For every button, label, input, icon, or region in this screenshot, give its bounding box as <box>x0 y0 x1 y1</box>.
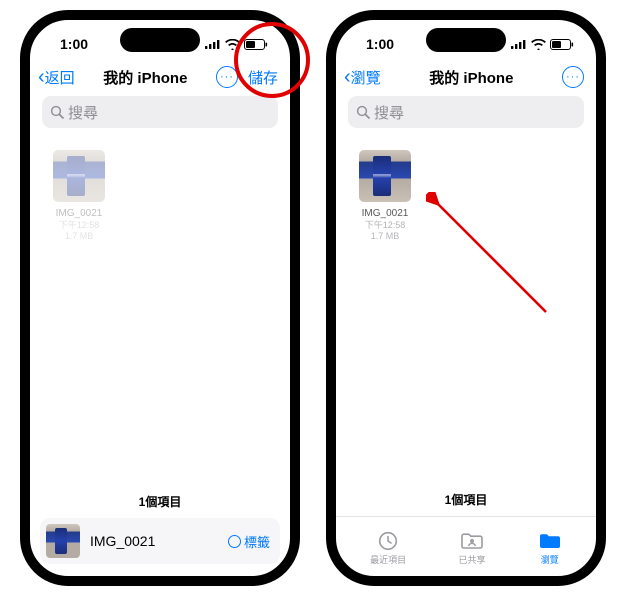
shared-folder-icon <box>460 531 484 551</box>
save-bar: IMG_0021 標籤 <box>40 518 280 564</box>
status-icons <box>205 39 268 50</box>
chevron-left-icon: ‹ <box>38 67 45 87</box>
tab-bar: 最近項目 已共享 瀏覽 <box>336 516 596 576</box>
folder-icon <box>538 531 562 551</box>
search-placeholder: 搜尋 <box>68 102 98 123</box>
tag-button[interactable]: 標籤 <box>228 532 270 551</box>
phone-right: 1:00 ‹ 瀏覽 我的 iPhone ··· 搜尋 <box>326 10 606 586</box>
back-label: 瀏覽 <box>351 67 381 88</box>
save-button[interactable]: 儲存 <box>248 67 278 88</box>
nav-bar: ‹ 返回 我的 iPhone ··· 儲存 <box>30 60 290 96</box>
file-grid: IMG_0021 下午12:58 1.7 MB <box>336 134 596 487</box>
status-time: 1:00 <box>60 36 88 52</box>
search-icon <box>50 105 64 119</box>
save-file-name: IMG_0021 <box>90 533 218 549</box>
item-count: 1個項目 <box>336 487 596 516</box>
tag-label: 標籤 <box>244 532 270 551</box>
tag-icon <box>228 535 241 548</box>
notch <box>426 28 506 52</box>
file-name: IMG_0021 <box>350 208 420 220</box>
page-title: 我的 iPhone <box>429 67 513 88</box>
wifi-icon <box>225 39 240 50</box>
save-thumbnail <box>46 524 80 558</box>
clock-icon <box>376 531 400 551</box>
phone-left: 1:00 ‹ 返回 我的 iPhone ··· 儲存 搜尋 <box>20 10 300 586</box>
wifi-icon <box>531 39 546 50</box>
search-input[interactable]: 搜尋 <box>42 96 278 128</box>
battery-icon <box>550 39 574 50</box>
file-item[interactable]: IMG_0021 下午12:58 1.7 MB <box>350 150 420 243</box>
signal-icon <box>511 39 527 49</box>
nav-bar: ‹ 瀏覽 我的 iPhone ··· <box>336 60 596 96</box>
status-time: 1:00 <box>366 36 394 52</box>
battery-icon <box>244 39 268 50</box>
file-thumbnail <box>53 150 105 202</box>
more-button[interactable]: ··· <box>562 66 584 88</box>
file-time: 下午12:58 <box>44 220 114 231</box>
page-title: 我的 iPhone <box>103 67 187 88</box>
file-item[interactable]: IMG_0021 下午12:58 1.7 MB <box>44 150 114 243</box>
file-size: 1.7 MB <box>350 231 420 242</box>
tab-shared[interactable]: 已共享 <box>458 531 485 566</box>
file-name: IMG_0021 <box>44 208 114 220</box>
search-input[interactable]: 搜尋 <box>348 96 584 128</box>
status-icons <box>511 39 574 50</box>
file-time: 下午12:58 <box>350 220 420 231</box>
file-thumbnail <box>359 150 411 202</box>
more-button[interactable]: ··· <box>216 66 238 88</box>
tab-recent[interactable]: 最近項目 <box>370 531 406 566</box>
tab-label: 瀏覽 <box>541 553 559 566</box>
tab-label: 已共享 <box>458 553 485 566</box>
tab-browse[interactable]: 瀏覽 <box>538 531 562 566</box>
back-button[interactable]: ‹ 瀏覽 <box>344 67 381 88</box>
search-placeholder: 搜尋 <box>374 102 404 123</box>
signal-icon <box>205 39 221 49</box>
item-count: 1個項目 <box>30 489 290 518</box>
file-size: 1.7 MB <box>44 231 114 242</box>
search-icon <box>356 105 370 119</box>
notch <box>120 28 200 52</box>
tab-label: 最近項目 <box>370 553 406 566</box>
file-grid: IMG_0021 下午12:58 1.7 MB <box>30 134 290 489</box>
back-button[interactable]: ‹ 返回 <box>38 67 75 88</box>
chevron-left-icon: ‹ <box>344 67 351 87</box>
back-label: 返回 <box>45 67 75 88</box>
